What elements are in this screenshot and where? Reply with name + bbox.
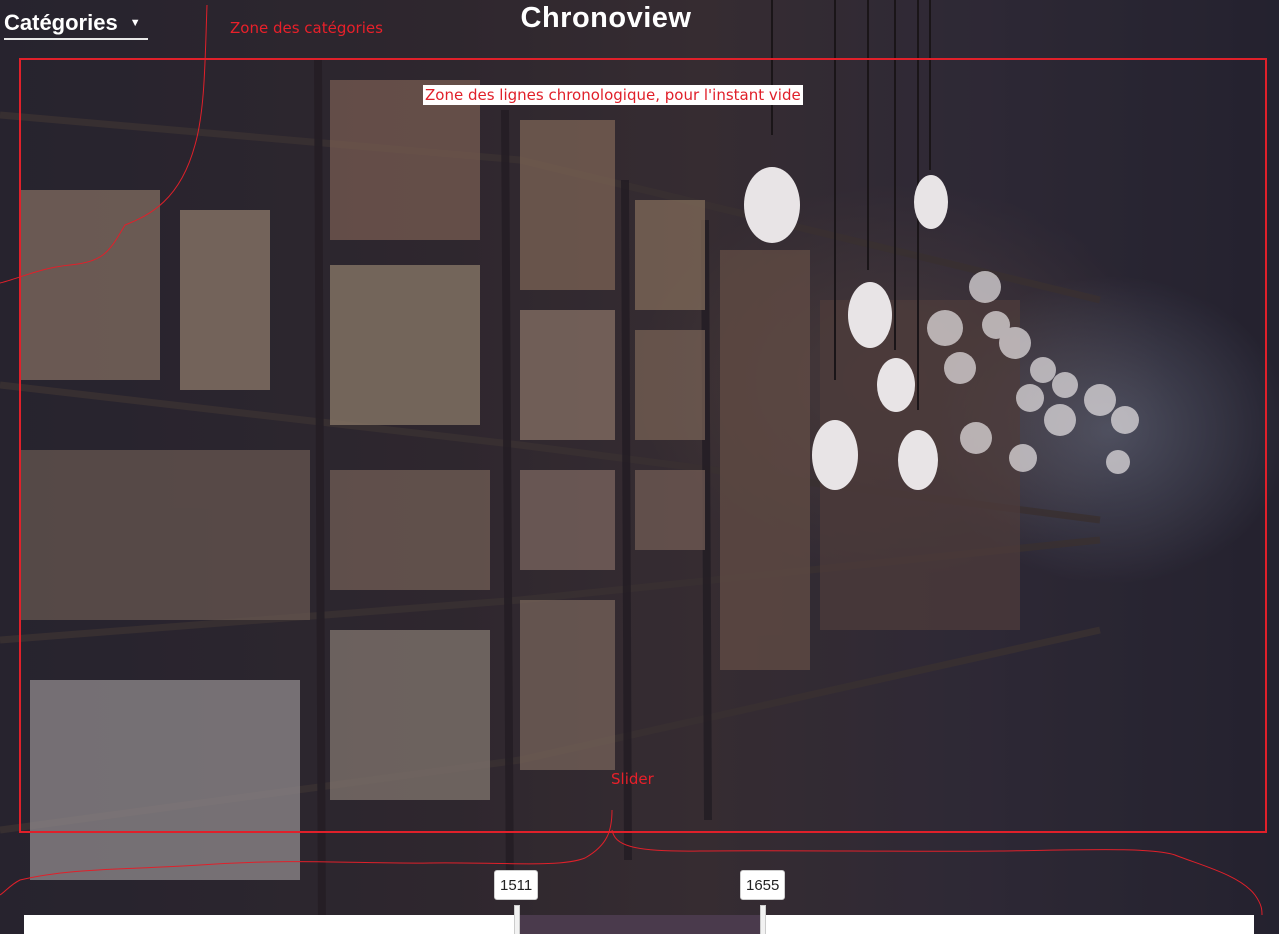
- slider-annotation: Slider: [611, 770, 654, 788]
- slider-min-handle[interactable]: [514, 905, 520, 934]
- timeline-zone-annotation: Zone des lignes chronologique, pour l'in…: [423, 85, 803, 105]
- categories-zone-annotation: Zone des catégories: [230, 19, 383, 37]
- slider-max-tooltip: 1655: [740, 870, 786, 900]
- app-title: Chronoview: [520, 2, 692, 34]
- slider-max-handle[interactable]: [760, 905, 766, 934]
- timeline-zone: [19, 58, 1267, 833]
- year-slider-range[interactable]: [519, 915, 762, 934]
- slider-min-tooltip: 1511: [494, 870, 539, 900]
